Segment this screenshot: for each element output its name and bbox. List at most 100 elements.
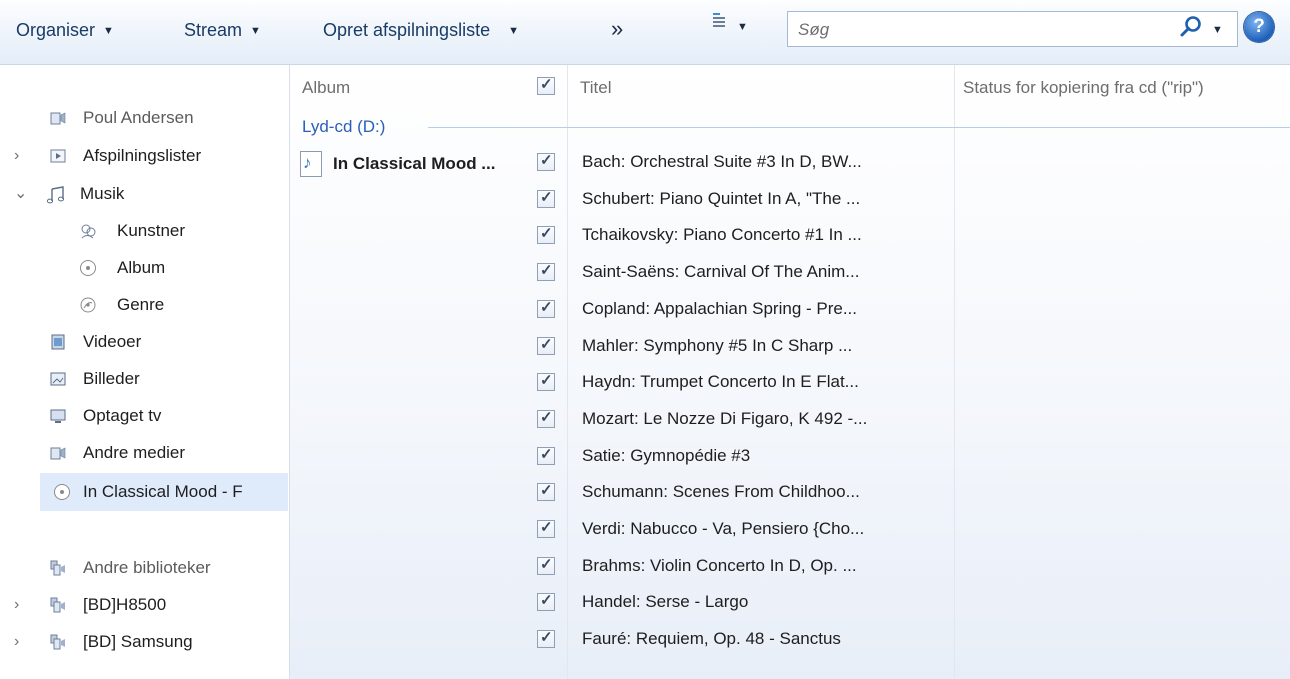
track-checkbox[interactable] — [537, 555, 555, 575]
video-icon — [51, 334, 65, 350]
track-title[interactable]: Handel: Serse - Largo — [582, 584, 748, 620]
stream-menu-button[interactable]: Stream ▼ — [184, 20, 261, 41]
column-header-rip-status[interactable]: Status for kopiering fra cd ("rip") — [963, 65, 1204, 111]
chevron-down-icon[interactable]: ⌄ — [14, 177, 27, 211]
group-header-audio-cd[interactable]: Lyd-cd (D:) — [302, 117, 385, 137]
genre-icon — [80, 297, 96, 313]
chevron-down-icon: ▼ — [508, 25, 519, 37]
nav-item-genre[interactable]: Genre — [0, 288, 288, 322]
toolbar: Organiser ▼ Stream ▼ Opret afspilningslist… — [0, 0, 1290, 65]
nav-item-artist[interactable]: Kunstner — [0, 214, 288, 248]
track-checkbox[interactable] — [537, 371, 555, 391]
nav-label: Kunstner — [117, 221, 186, 240]
library-device-icon — [50, 597, 65, 613]
nav-item-poul-andersen[interactable]: Poul Andersen — [0, 101, 288, 135]
help-icon[interactable]: ? — [1244, 12, 1274, 42]
track-checkbox[interactable] — [537, 518, 555, 538]
track-title[interactable]: Brahms: Violin Concerto In D, Op. ... — [582, 548, 857, 584]
column-header-album[interactable]: Album — [302, 65, 350, 111]
track-checkbox[interactable] — [537, 188, 555, 208]
nav-label: Optaget tv — [83, 406, 162, 425]
column-divider[interactable] — [954, 65, 955, 679]
track-title[interactable]: Fauré: Requiem, Op. 48 - Sanctus — [582, 621, 841, 657]
nav-item-music[interactable]: ⌄ Musik — [0, 177, 288, 211]
library-device-icon — [50, 634, 65, 650]
track-checkbox[interactable] — [537, 335, 555, 355]
nav-item-cd-in-classical-mood[interactable]: In Classical Mood - F — [40, 473, 288, 511]
track-title[interactable]: Mozart: Le Nozze Di Figaro, K 492 -... — [582, 401, 867, 437]
nav-label: Billeder — [83, 369, 140, 388]
album-name[interactable]: In Classical Mood ... — [333, 154, 495, 174]
track-title[interactable]: Haydn: Trumpet Concerto In E Flat... — [582, 364, 859, 400]
search-box[interactable] — [787, 11, 1238, 47]
track-list-pane: Album Titel Status for kopiering fra cd … — [289, 65, 1290, 679]
organise-menu-button[interactable]: Organiser ▼ — [16, 20, 114, 41]
track-checkbox[interactable] — [537, 591, 555, 611]
media-library-icon — [50, 112, 66, 125]
search-options-dropdown[interactable]: ▼ — [1212, 24, 1223, 36]
track-checkbox[interactable] — [537, 481, 555, 501]
nav-label: Poul Andersen — [83, 108, 194, 127]
music-note-icon — [46, 186, 65, 204]
nav-item-other-libraries[interactable]: Andre biblioteker — [0, 551, 288, 585]
chevron-right-icon[interactable]: › — [14, 625, 19, 659]
track-title[interactable]: Satie: Gymnopédie #3 — [582, 438, 750, 474]
search-input[interactable] — [796, 18, 1160, 42]
stream-label: Stream — [184, 20, 243, 40]
track-title[interactable]: Saint-Saëns: Carnival Of The Anim... — [582, 254, 859, 290]
chevron-right-icon[interactable]: › — [14, 588, 19, 622]
view-options-button[interactable]: ▼ — [713, 13, 753, 43]
chevron-right-icon[interactable]: › — [14, 139, 19, 173]
pictures-icon — [50, 372, 66, 386]
nav-item-videos[interactable]: Videoer — [0, 325, 288, 359]
album-disc-icon — [80, 260, 96, 276]
album-art-icon — [300, 151, 322, 177]
create-playlist-button[interactable]: Opret afspilningsliste ▼ — [323, 20, 519, 41]
track-title[interactable]: Mahler: Symphony #5 In C Sharp ... — [582, 328, 852, 364]
nav-label: Afspilningslister — [83, 146, 202, 165]
playlist-icon — [50, 149, 66, 163]
nav-item-recorded-tv[interactable]: Optaget tv — [0, 399, 288, 433]
track-title[interactable]: Schubert: Piano Quintet In A, "The ... — [582, 181, 860, 217]
nav-label: In Classical Mood - F — [83, 482, 243, 501]
nav-label: Album — [117, 258, 166, 277]
nav-item-other-media[interactable]: Andre medier — [0, 436, 288, 470]
track-title[interactable]: Bach: Orchestral Suite #3 In D, BW... — [582, 144, 862, 180]
track-title[interactable]: Verdi: Nabucco - Va, Pensiero {Cho... — [582, 511, 864, 547]
nav-item-bd-h8500[interactable]: › [BD]H8500 — [0, 588, 288, 622]
track-checkbox[interactable] — [537, 445, 555, 465]
navigation-pane: Poul Andersen › Afspilningslister ⌄ Musi… — [0, 65, 288, 679]
nav-item-album[interactable]: Album — [0, 251, 288, 285]
track-checkbox[interactable] — [537, 151, 555, 171]
track-checkbox[interactable] — [537, 408, 555, 428]
artist-icon — [81, 224, 96, 239]
chevron-down-icon: ▼ — [103, 25, 114, 37]
nav-label: Genre — [117, 295, 165, 314]
nav-item-playlists[interactable]: › Afspilningslister — [0, 139, 288, 173]
track-checkbox[interactable] — [537, 628, 555, 648]
track-checkbox[interactable] — [537, 224, 555, 244]
track-checkbox[interactable] — [537, 298, 555, 318]
nav-item-bd-samsung[interactable]: › [BD] Samsung — [0, 625, 288, 659]
nav-label: Andre medier — [83, 443, 186, 462]
chevron-down-icon: ▼ — [737, 21, 748, 33]
column-divider[interactable] — [567, 65, 568, 679]
column-header-title[interactable]: Titel — [580, 65, 612, 111]
chevron-down-icon: ▼ — [250, 25, 261, 37]
track-title[interactable]: Copland: Appalachian Spring - Pre... — [582, 291, 857, 327]
recorded-tv-icon — [50, 409, 66, 423]
nav-label: Musik — [80, 184, 125, 203]
nav-label: [BD]H8500 — [83, 595, 167, 614]
nav-label: Andre biblioteker — [83, 558, 211, 577]
group-divider — [428, 127, 1290, 128]
other-libraries-icon — [50, 560, 65, 576]
track-title[interactable]: Schumann: Scenes From Childhoo... — [582, 474, 860, 510]
more-commands-button[interactable]: » — [611, 16, 623, 42]
nav-item-pictures[interactable]: Billeder — [0, 362, 288, 396]
other-media-icon — [50, 447, 66, 460]
track-checkbox[interactable] — [537, 261, 555, 281]
track-title[interactable]: Tchaikovsky: Piano Concerto #1 In ... — [582, 217, 862, 253]
select-all-checkbox[interactable] — [537, 75, 555, 95]
search-icon[interactable] — [1178, 14, 1204, 40]
nav-label: Videoer — [83, 332, 142, 351]
